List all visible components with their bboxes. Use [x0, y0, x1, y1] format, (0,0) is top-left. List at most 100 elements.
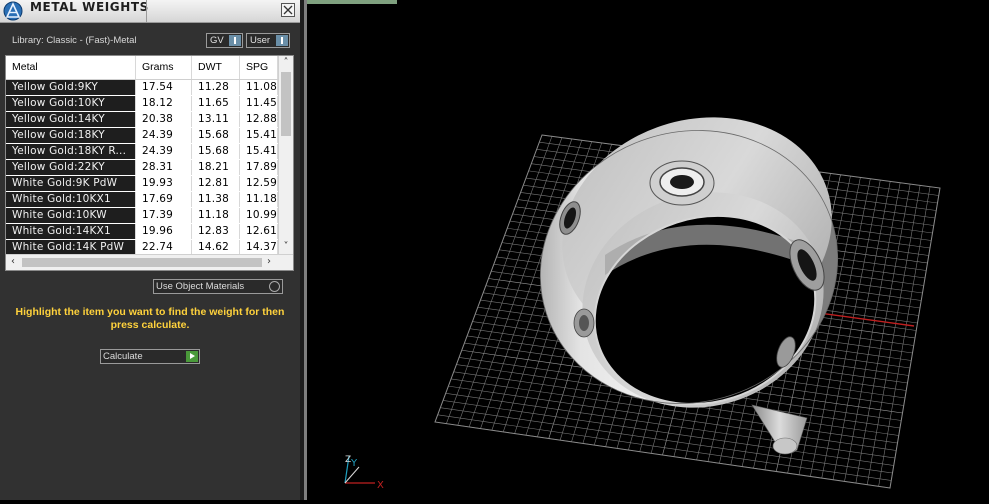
metal-name-cell: Yellow Gold:9KY — [6, 80, 136, 95]
viewport-canvas: X Y Z — [344, 117, 941, 491]
grams-cell: 22.74 — [136, 240, 192, 255]
gv-button[interactable]: GV — [206, 33, 243, 48]
spg-cell: 11.18 — [240, 192, 278, 207]
gv-button-label: GV — [210, 35, 224, 46]
user-button[interactable]: User — [246, 33, 290, 48]
toggle-indicator-icon — [229, 35, 241, 46]
title-divider — [146, 0, 147, 22]
library-label: Library: Classic - (Fast)-Metal — [12, 35, 137, 46]
table-row[interactable]: Yellow Gold:18KY 24.39 15.68 15.41 — [6, 128, 278, 144]
table-row[interactable]: White Gold:10KX1 17.69 11.38 11.18 — [6, 192, 278, 208]
spg-cell: 17.89 — [240, 160, 278, 175]
metal-name-cell: Yellow Gold:18KY — [6, 128, 136, 143]
column-header-grams[interactable]: Grams — [136, 56, 192, 79]
metal-name-cell: White Gold:14KX1 — [6, 224, 136, 239]
dwt-cell: 14.62 — [192, 240, 240, 255]
table-body: Yellow Gold:9KY 17.54 11.28 11.08 Yellow… — [6, 80, 278, 256]
dwt-cell: 11.38 — [192, 192, 240, 207]
toggle-indicator-icon — [276, 35, 288, 46]
use-object-materials-toggle[interactable]: Use Object Materials — [153, 279, 283, 294]
use-object-materials-label: Use Object Materials — [156, 281, 245, 292]
3d-viewport[interactable]: X Y Z — [307, 0, 989, 500]
ring-stem — [751, 404, 808, 455]
metal-weights-panel: METAL WEIGHTS Library: Classic - (Fast)-… — [0, 0, 300, 500]
grams-cell: 28.31 — [136, 160, 192, 175]
user-button-label: User — [250, 35, 271, 46]
table-header: Metal Grams DWT SPG — [6, 56, 278, 80]
metal-name-cell: Yellow Gold:22KY — [6, 160, 136, 175]
spg-cell: 12.59 — [240, 176, 278, 191]
viewport-tab[interactable] — [307, 0, 397, 4]
stone-setting-top — [649, 160, 715, 206]
close-icon — [283, 5, 293, 15]
horizontal-scroll-thumb[interactable] — [22, 258, 262, 267]
grams-cell: 24.39 — [136, 144, 192, 159]
table-row[interactable]: White Gold:9K PdW 19.93 12.81 12.59 — [6, 176, 278, 192]
gizmo-x-label: X — [377, 480, 384, 491]
close-button[interactable] — [281, 3, 295, 17]
calculate-button-label: Calculate — [103, 351, 143, 362]
spg-cell: 11.45 — [240, 96, 278, 111]
table-row[interactable]: White Gold:14KX1 19.96 12.83 12.61 — [6, 224, 278, 240]
metal-name-cell: White Gold:10KX1 — [6, 192, 136, 207]
grams-cell: 17.54 — [136, 80, 192, 95]
metal-name-cell: White Gold:9K PdW — [6, 176, 136, 191]
column-header-metal[interactable]: Metal — [6, 56, 136, 79]
spg-cell: 12.61 — [240, 224, 278, 239]
vertical-scrollbar[interactable]: ˄ ˅ — [278, 56, 293, 254]
panel-titlebar: METAL WEIGHTS — [0, 0, 300, 23]
column-header-dwt[interactable]: DWT — [192, 56, 240, 79]
grams-cell: 20.38 — [136, 112, 192, 127]
dwt-cell: 12.83 — [192, 224, 240, 239]
spg-cell: 15.41 — [240, 128, 278, 143]
metal-weights-table: Metal Grams DWT SPG Yellow Gold:9KY 17.5… — [5, 55, 294, 271]
gizmo-y-label: Y — [350, 458, 358, 469]
metal-name-cell: Yellow Gold:10KY — [6, 96, 136, 111]
grams-cell: 24.39 — [136, 128, 192, 143]
play-arrow-icon — [186, 351, 198, 362]
grams-cell: 19.93 — [136, 176, 192, 191]
spg-cell: 11.08 — [240, 80, 278, 95]
radio-indicator-icon — [269, 281, 280, 292]
spg-cell: 15.41 — [240, 144, 278, 159]
grams-cell: 18.12 — [136, 96, 192, 111]
gizmo-z-label: Z — [345, 455, 351, 465]
dwt-cell: 12.81 — [192, 176, 240, 191]
dwt-cell: 11.18 — [192, 208, 240, 223]
scroll-right-icon[interactable]: › — [262, 255, 276, 269]
spg-cell: 10.99 — [240, 208, 278, 223]
dwt-cell: 11.65 — [192, 96, 240, 111]
table-row[interactable]: White Gold:10KW 17.39 11.18 10.99 — [6, 208, 278, 224]
panel-title: METAL WEIGHTS — [30, 0, 149, 14]
grams-cell: 19.96 — [136, 224, 192, 239]
metal-name-cell: White Gold:10KW — [6, 208, 136, 223]
dwt-cell: 15.68 — [192, 128, 240, 143]
table-row[interactable]: Yellow Gold:18KY R... 24.39 15.68 15.41 — [6, 144, 278, 160]
scroll-left-icon[interactable]: ‹ — [6, 255, 20, 269]
scroll-down-icon[interactable]: ˅ — [279, 240, 293, 254]
axis-gizmo: X Y Z — [344, 455, 384, 491]
spg-cell: 12.88 — [240, 112, 278, 127]
dwt-cell: 18.21 — [192, 160, 240, 175]
table-row[interactable]: Yellow Gold:22KY 28.31 18.21 17.89 — [6, 160, 278, 176]
grams-cell: 17.39 — [136, 208, 192, 223]
metal-name-cell: Yellow Gold:18KY R... — [6, 144, 136, 159]
grams-cell: 17.69 — [136, 192, 192, 207]
dwt-cell: 11.28 — [192, 80, 240, 95]
scroll-up-icon[interactable]: ˄ — [279, 56, 293, 70]
app-logo-icon — [3, 1, 23, 21]
metal-name-cell: White Gold:14K PdW — [6, 240, 136, 255]
instruction-text: Highlight the item you want to find the … — [15, 306, 285, 331]
vertical-scroll-thumb[interactable] — [281, 72, 291, 136]
table-row[interactable]: Yellow Gold:10KY 18.12 11.65 11.45 — [6, 96, 278, 112]
spg-cell: 14.37 — [240, 240, 278, 255]
horizontal-scrollbar[interactable]: ‹ › — [6, 254, 293, 270]
calculate-button[interactable]: Calculate — [100, 349, 200, 364]
metal-name-cell: Yellow Gold:14KY — [6, 112, 136, 127]
table-row[interactable]: Yellow Gold:9KY 17.54 11.28 11.08 — [6, 80, 278, 96]
dwt-cell: 13.11 — [192, 112, 240, 127]
table-row[interactable]: Yellow Gold:14KY 20.38 13.11 12.88 — [6, 112, 278, 128]
dwt-cell: 15.68 — [192, 144, 240, 159]
column-header-spg[interactable]: SPG — [240, 56, 278, 79]
stone-setting-inner-left — [573, 308, 595, 338]
